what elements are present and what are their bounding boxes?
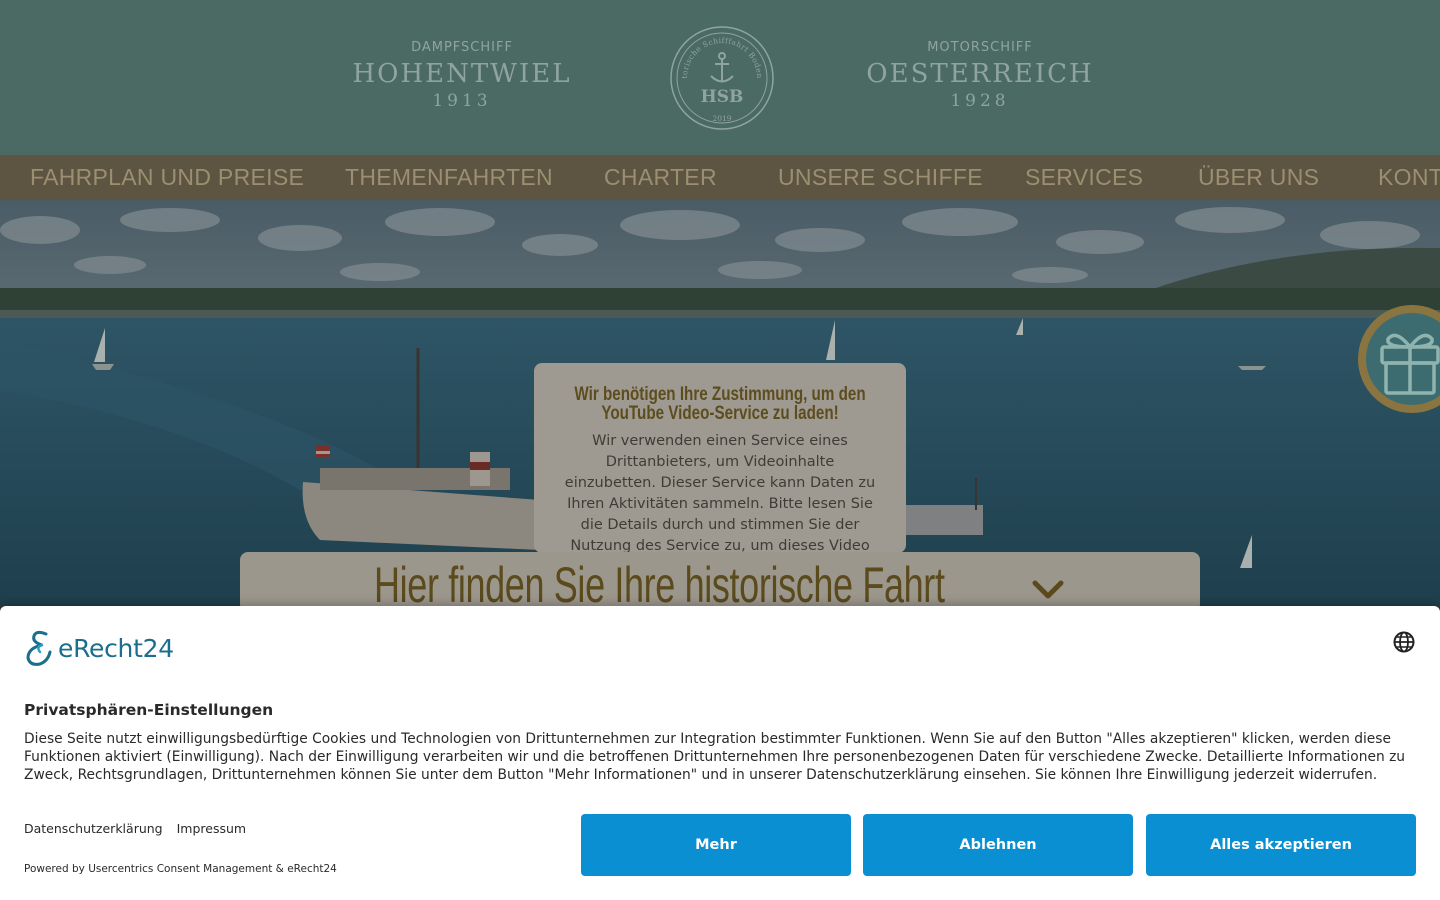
youtube-consent-text: Wir verwenden einen Service eines Dritta…	[564, 433, 876, 553]
hohentwiel-logo-link[interactable]: DAMPFSCHIFF HOHENTWIEL 1913	[342, 40, 582, 111]
erecht24-logo: eRecht24	[22, 628, 174, 668]
imprint-link[interactable]: Impressum	[177, 821, 246, 836]
anchor-icon	[710, 52, 734, 83]
cookie-consent-banner: eRecht24 Privatsphären-Einstellungen Die…	[0, 606, 1440, 900]
language-globe-icon[interactable]	[1392, 630, 1416, 654]
nav-item-unsere-schiffe[interactable]: UNSERE SCHIFFE	[778, 164, 983, 191]
banner-links: Datenschutzerklärung Impressum	[24, 821, 256, 836]
deny-button[interactable]: Ablehnen	[863, 814, 1133, 876]
ship-year: 1913	[432, 91, 492, 111]
nav-item-fahrplan[interactable]: FAHRPLAN UND PREISE	[30, 164, 304, 191]
hsb-seal-logo[interactable]: Historische Schifffahrt Bodensee HSB 201…	[669, 25, 775, 131]
trip-finder-toggle[interactable]: Hier finden Sie Ihre historische Fahrt	[240, 552, 1200, 613]
powered-by-text: Powered by Usercentrics Consent Manageme…	[24, 863, 337, 875]
nav-item-themenfahrten[interactable]: THEMENFAHRTEN	[345, 164, 553, 191]
youtube-consent-card: Wir benötigen Ihre Zustimmung, um den Yo…	[534, 363, 906, 553]
banner-title: Privatsphären-Einstellungen	[24, 701, 274, 719]
nav-item-charter[interactable]: CHARTER	[604, 164, 717, 191]
ship-year: 1928	[950, 91, 1010, 111]
ship-kind: MOTORSCHIFF	[927, 40, 1033, 55]
youtube-consent-title: Wir benötigen Ihre Zustimmung, um den Yo…	[574, 384, 866, 424]
erecht24-ampersand-icon	[26, 630, 52, 666]
nav-item-kontakt[interactable]: KONTA	[1378, 164, 1440, 191]
more-button[interactable]: Mehr	[581, 814, 851, 876]
gift-voucher-button[interactable]	[1356, 301, 1440, 419]
site-header: DAMPFSCHIFF HOHENTWIEL 1913 Historische …	[0, 0, 1440, 155]
seal-initials: HSB	[701, 87, 744, 107]
accept-all-button[interactable]: Alles akzeptieren	[1146, 814, 1416, 876]
main-nav: FAHRPLAN UND PREISE THEMENFAHRTEN CHARTE…	[0, 155, 1440, 200]
oesterreich-logo-link[interactable]: MOTORSCHIFF OESTERREICH 1928	[860, 40, 1100, 111]
nav-item-services[interactable]: SERVICES	[1025, 164, 1143, 191]
seal-year: 2019	[712, 114, 731, 123]
ship-name: OESTERREICH	[866, 59, 1094, 89]
chevron-down-icon	[1032, 580, 1064, 599]
ship-name: HOHENTWIEL	[352, 59, 572, 89]
banner-description: Diese Seite nutzt einwilligungsbedürftig…	[24, 731, 1406, 783]
erecht24-logo-text: eRecht24	[58, 633, 174, 663]
privacy-policy-link[interactable]: Datenschutzerklärung	[24, 821, 163, 836]
ship-kind: DAMPFSCHIFF	[411, 40, 513, 55]
nav-item-ueber-uns[interactable]: ÜBER UNS	[1198, 164, 1319, 191]
